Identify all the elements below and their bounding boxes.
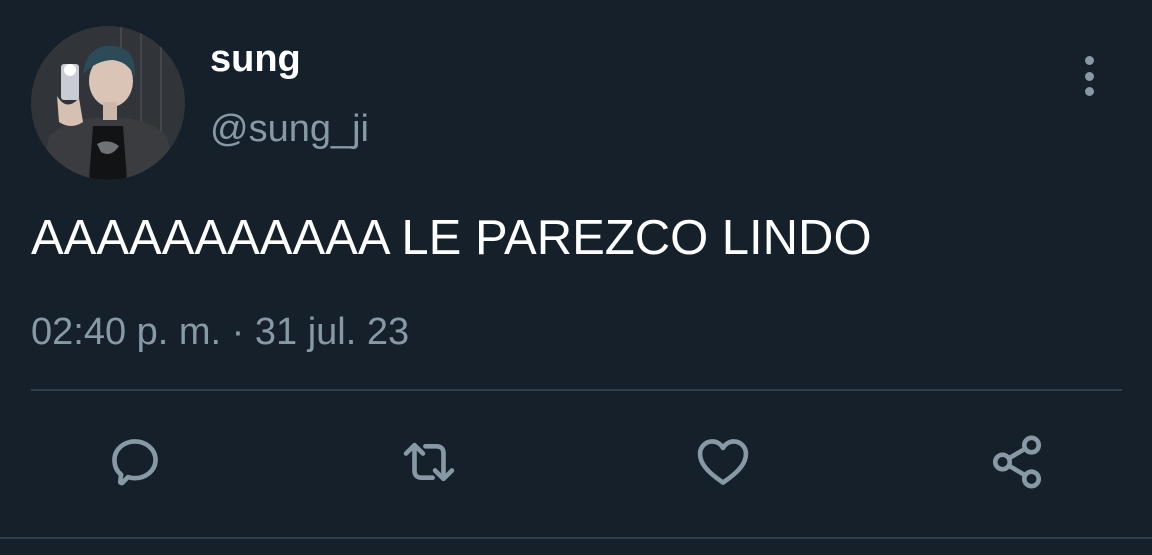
retweet-icon (403, 442, 455, 482)
more-vertical-icon (1084, 56, 1094, 65)
like-button[interactable] (691, 430, 755, 494)
share-icon (992, 435, 1042, 489)
reply-button[interactable] (103, 430, 167, 494)
user-handle[interactable]: @sung_ji (210, 110, 369, 148)
divider (31, 389, 1122, 391)
avatar[interactable] (31, 26, 185, 180)
heart-icon (697, 439, 749, 485)
more-vertical-icon-dot (1084, 71, 1094, 81)
divider-bottom (0, 537, 1152, 539)
tweet-text: AAAAAAAAAAA LE PAREZCO LINDO (31, 211, 872, 265)
more-vertical-icon-dot (1084, 87, 1094, 96)
reply-icon (112, 439, 158, 486)
display-name[interactable]: sung (210, 40, 301, 78)
avatar-image (31, 26, 185, 180)
retweet-button[interactable] (397, 430, 461, 494)
more-options-button[interactable] (1070, 52, 1108, 100)
tweet-detail: sung @sung_ji AAAAAAAAAAA LE PAREZCO LIN… (0, 0, 1152, 555)
tweet-timestamp[interactable]: 02:40 p. m. · 31 jul. 23 (31, 311, 409, 354)
share-button[interactable] (985, 430, 1049, 494)
